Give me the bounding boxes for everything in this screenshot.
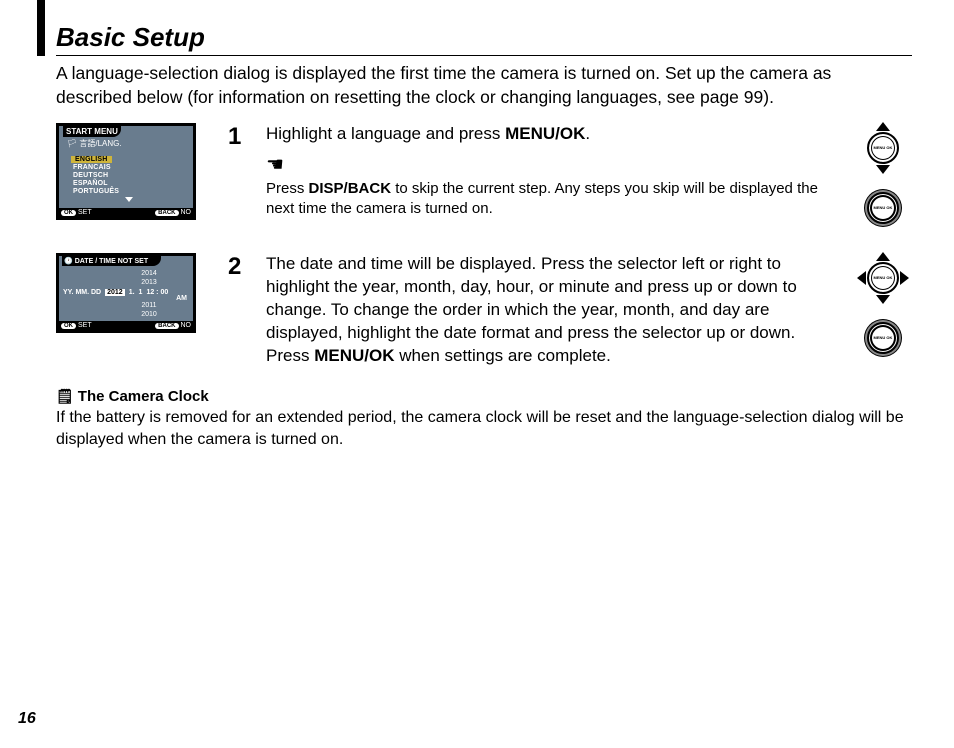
s2b: MENU/OK — [314, 346, 394, 365]
step-2-number: 2 — [228, 255, 246, 279]
lcd1-opt-english: ENGLISH — [71, 156, 112, 163]
step-2: 🕐 DATE / TIME NOT SET 2014 2013 YY. MM. … — [56, 253, 912, 368]
step-1-text: Highlight a language and press MENU/OK. … — [266, 123, 828, 219]
lcd2-month: 1. — [129, 289, 135, 296]
lcd1-opt-espanol: ESPAÑOL — [71, 179, 187, 187]
step-1-number: 1 — [228, 125, 246, 149]
lcd1-title: START MENU — [63, 126, 121, 137]
lcd2-years-above: 2014 2013 — [105, 270, 193, 288]
lcd2-title-text: DATE / TIME NOT SET — [75, 258, 148, 265]
step-2-controls: MENU OK MENU OK — [854, 253, 912, 363]
lcd2-day: 1 — [139, 289, 143, 296]
lcd2-years-below: 2011 2010 — [105, 302, 193, 320]
selector-ok-icon: MENU OK — [858, 183, 908, 233]
lcd1-opt-portugues: PORTUGUÊS — [71, 187, 187, 195]
lcd2-ampm: AM — [59, 295, 193, 302]
back-pill-2: BACK — [155, 323, 178, 329]
step-1-controls: MENU OK MENU OK — [854, 123, 912, 233]
lcd1-subhead: 🏳 言語/LANG. — [59, 137, 193, 150]
dial-icon-3: MENU OK — [867, 262, 899, 294]
lcd1-footer: OK SET BACK NO — [59, 208, 193, 217]
s1n-pre: Press — [266, 180, 309, 197]
s1n-b: DISP/BACK — [309, 180, 392, 197]
clock-note-heading: The Camera Clock — [56, 388, 912, 405]
ok-pill: OK — [61, 210, 76, 216]
lcd2-year-selected: 2012 — [105, 289, 125, 296]
clock-note-body: If the battery is removed for an extende… — [56, 407, 912, 450]
selector-4way-icon: MENU OK — [858, 253, 908, 303]
s1-pre: Highlight a language and press — [266, 124, 505, 143]
y2011: 2011 — [105, 302, 193, 311]
camera-clock-note: The Camera Clock If the battery is remov… — [56, 388, 912, 450]
back-pill: BACK — [155, 210, 178, 216]
lcd2-footer: OK SET BACK NO — [59, 321, 193, 330]
dial-label-4: MENU OK — [874, 336, 893, 340]
pointing-hand-icon: ☛ — [266, 152, 284, 179]
y2013: 2013 — [105, 279, 193, 288]
dial-pressed-icon-2: MENU OK — [867, 322, 899, 354]
dial-icon: MENU OK — [867, 132, 899, 164]
lcd-language: START MENU 🏳 言語/LANG. ENGLISH FRANCAIS D… — [56, 123, 208, 220]
s2c: when settings are complete. — [394, 346, 610, 365]
page-title: Basic Setup — [56, 22, 912, 56]
page-tab-marker — [37, 0, 45, 56]
lcd-datetime: 🕐 DATE / TIME NOT SET 2014 2013 YY. MM. … — [56, 253, 208, 333]
intro-paragraph: A language-selection dialog is displayed… — [56, 62, 912, 109]
lcd1-opt-deutsch: DEUTSCH — [71, 171, 187, 179]
dial-label-3: MENU OK — [874, 276, 893, 280]
page-number: 16 — [18, 710, 36, 728]
ok-pill-2: OK — [61, 323, 76, 329]
chevron-down-icon — [125, 197, 133, 202]
lcd1-no: NO — [181, 209, 192, 216]
step-1-note: ☛ Press DISP/BACK to skip the current st… — [266, 152, 828, 220]
y2014: 2014 — [105, 270, 193, 279]
s1-post1: . — [585, 124, 590, 143]
lcd2-no: NO — [181, 322, 192, 329]
dial-label-2: MENU OK — [874, 206, 893, 210]
lcd1-set: SET — [78, 209, 92, 216]
dial-pressed-icon: MENU OK — [867, 192, 899, 224]
lcd2-time: 12 : 00 — [146, 289, 168, 296]
lcd2-title: 🕐 DATE / TIME NOT SET — [62, 256, 161, 266]
selector-ok-icon-2: MENU OK — [858, 313, 908, 363]
step-2-text: The date and time will be displayed. Pre… — [266, 253, 828, 368]
s1-b1: MENU/OK — [505, 124, 585, 143]
y2010: 2010 — [105, 311, 193, 320]
lcd2-set: SET — [78, 322, 92, 329]
step-1: START MENU 🏳 言語/LANG. ENGLISH FRANCAIS D… — [56, 123, 912, 233]
dial-label: MENU OK — [874, 146, 893, 150]
lcd1-options: ENGLISH FRANCAIS DEUTSCH ESPAÑOL PORTUGU… — [71, 154, 187, 204]
lcd1-opt-francais: FRANCAIS — [71, 163, 187, 171]
selector-updown-icon: MENU OK — [858, 123, 908, 173]
lcd2-format: YY. MM. DD — [63, 289, 101, 296]
lcd1-subhead-text: 言語/LANG. — [79, 139, 121, 148]
